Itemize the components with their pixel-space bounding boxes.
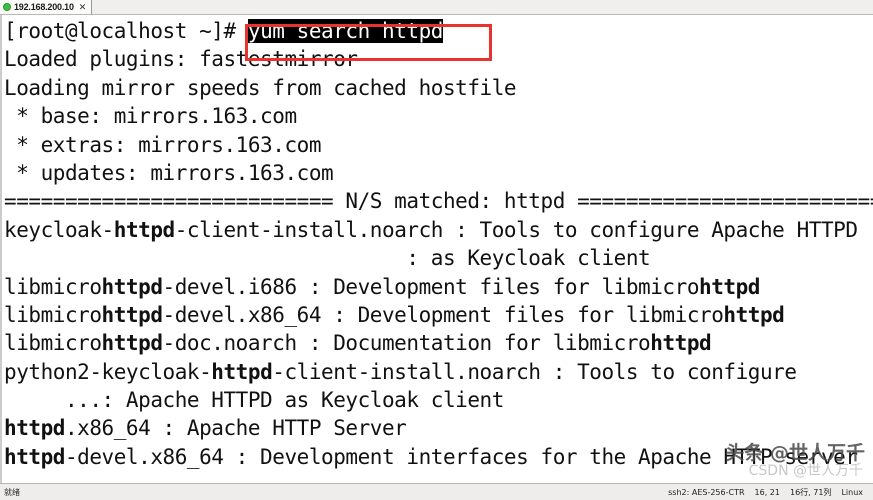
plugins-line: Loaded plugins: fastestmirror [4, 47, 358, 72]
terminal-output: [root@localhost ~]# yum search httpd Load… [2, 15, 873, 483]
status-ready-label: 就绪 [4, 487, 20, 497]
pkg-libmicrohttpd-devel-i686: libmicrohttpd-devel.i686 : Development f… [4, 274, 760, 299]
status-encryption: ssh2: AES-256-CTR [668, 487, 745, 497]
tab-bar: 192.168.200.10 ✕ [0, 0, 873, 15]
status-cursor-position: 16, 21 [754, 487, 780, 497]
tab-bar-empty-area [92, 0, 873, 14]
close-icon[interactable]: ✕ [77, 2, 87, 12]
connection-status-icon [3, 3, 11, 11]
ns-matched-separator: =========================== N/S matched:… [4, 189, 873, 214]
status-terminal-dimensions: 16行, 71列 [789, 487, 832, 497]
tab-label: 192.168.200.10 [14, 1, 74, 12]
repo-base-line: * base: mirrors.163.com [4, 104, 297, 129]
repo-updates-line: * updates: mirrors.163.com [4, 160, 334, 185]
terminal-window: 192.168.200.10 ✕ [root@localhost ~]# yum… [0, 0, 873, 500]
session-tab-192-168-200-10[interactable]: 192.168.200.10 ✕ [0, 0, 93, 14]
repo-extras-line: * extras: mirrors.163.com [4, 132, 322, 157]
terminal-viewport[interactable]: [root@localhost ~]# yum search httpd Load… [0, 15, 873, 483]
selected-command-text: yum search httpd [247, 19, 443, 43]
pkg-httpd-devel-x86_64: httpd-devel.x86_64 : Development interfa… [4, 444, 858, 469]
pkg-libmicrohttpd-devel-x86_64: libmicrohttpd-devel.x86_64 : Development… [4, 302, 785, 327]
pkg-python2-keycloak-httpd-client-install: python2-keycloak-httpd-client-install.no… [4, 359, 797, 384]
pkg-libmicrohttpd-doc: libmicrohttpd-doc.noarch : Documentation… [4, 331, 712, 356]
pkg-keycloak-cont: : as Keycloak client [4, 246, 651, 271]
pkg-python2-keycloak-cont: ...: Apache HTTPD as Keycloak client [4, 388, 504, 413]
mirror-speeds-line: Loading mirror speeds from cached hostfi… [4, 75, 517, 100]
prompt-line: [root@localhost ~]# yum search httpd [4, 19, 443, 43]
status-bar: 就绪 ssh2: AES-256-CTR 16, 21 16行, 71列 Lin… [0, 483, 873, 500]
status-terminal-type: Linux [841, 487, 863, 497]
pkg-httpd-x86_64: httpd.x86_64 : Apache HTTP Server [4, 416, 407, 441]
pkg-keycloak-httpd-client-install: keycloak-httpd-client-install.noarch : T… [4, 217, 858, 242]
